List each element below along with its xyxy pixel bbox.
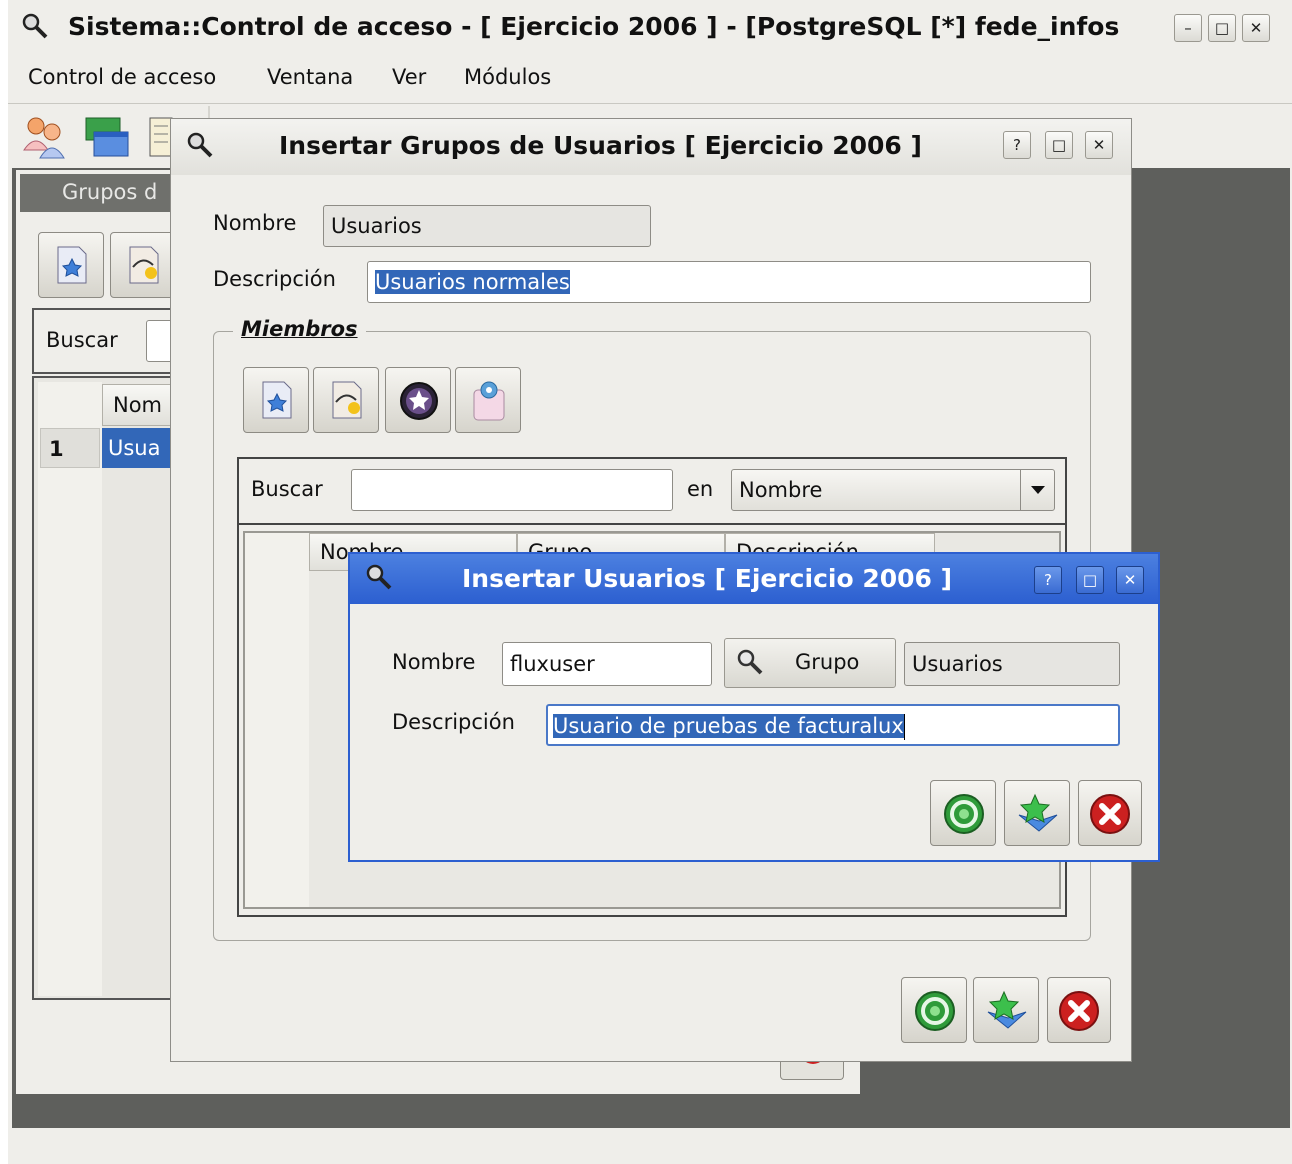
accept-continue-icon <box>984 988 1030 1034</box>
magnifier-icon <box>364 563 394 593</box>
group-descripcion-label: Descripción <box>213 267 336 291</box>
help-button[interactable]: ? <box>1003 131 1031 159</box>
member-delete-button[interactable] <box>385 367 451 433</box>
group-dialog-title: Insertar Grupos de Usuarios [ Ejercicio … <box>279 131 922 160</box>
panel-search-label: Buscar <box>46 328 118 352</box>
windows-icon[interactable] <box>84 114 132 160</box>
users-icon[interactable] <box>20 114 70 160</box>
new-document-icon <box>55 245 89 285</box>
member-search-field-select[interactable]: Nombre <box>731 469 1055 511</box>
member-edit-button[interactable] <box>313 367 379 433</box>
member-search-field-value: Nombre <box>739 478 823 502</box>
group-descripcion-value: Usuarios normales <box>375 270 570 294</box>
user-descripcion-field[interactable]: Usuario de pruebas de facturalux <box>546 704 1120 746</box>
panel-row-number: 1 <box>40 428 100 468</box>
close-button[interactable]: ✕ <box>1085 131 1113 159</box>
user-dialog-titlebar: Insertar Usuarios [ Ejercicio 2006 ] ? □… <box>350 554 1158 604</box>
accept-continue-icon <box>1015 791 1061 837</box>
new-document-icon <box>260 380 294 420</box>
text-cursor <box>903 714 905 740</box>
group-nombre-label: Nombre <box>213 211 297 235</box>
edit-document-icon <box>330 380 364 420</box>
user-dialog-title: Insertar Usuarios [ Ejercicio 2006 ] <box>462 564 953 593</box>
minimize-button[interactable]: – <box>1174 14 1202 42</box>
user-dialog: Insertar Usuarios [ Ejercicio 2006 ] ? □… <box>348 552 1160 862</box>
user-accept-continue-button[interactable] <box>1004 780 1070 846</box>
panel-column-header-label: Nom <box>113 393 163 417</box>
member-search-in-label: en <box>687 477 714 501</box>
user-accept-button[interactable] <box>930 780 996 846</box>
menu-ver[interactable]: Ver <box>392 65 426 89</box>
main-window-title: Sistema::Control de acceso - [ Ejercicio… <box>68 12 1120 41</box>
close-button[interactable]: ✕ <box>1242 14 1270 42</box>
close-button[interactable]: ✕ <box>1116 566 1144 594</box>
user-descripcion-label: Descripción <box>392 710 515 734</box>
menu-modulos[interactable]: Módulos <box>464 65 551 89</box>
group-nombre-field: Usuarios <box>323 205 651 247</box>
panel-row-header-column <box>38 382 102 996</box>
user-nombre-label: Nombre <box>392 650 476 674</box>
cancel-icon <box>1089 793 1131 835</box>
member-new-button[interactable] <box>243 367 309 433</box>
member-view-button[interactable] <box>455 367 521 433</box>
user-cancel-button[interactable] <box>1078 780 1142 846</box>
menu-control-de-acceso[interactable]: Control de acceso <box>28 65 216 89</box>
group-accept-continue-button[interactable] <box>973 977 1039 1043</box>
group-descripcion-field[interactable]: Usuarios normales <box>367 261 1091 303</box>
member-search-input[interactable] <box>351 469 673 511</box>
edit-document-icon <box>127 245 161 285</box>
member-table-row-header <box>245 533 309 907</box>
menu-ventana[interactable]: Ventana <box>267 65 353 89</box>
menu-bar: Control de acceso Ventana Ver Módulos <box>8 56 1292 104</box>
panel-new-button[interactable] <box>38 232 104 298</box>
delete-icon <box>398 380 440 422</box>
magnifier-icon <box>735 648 765 678</box>
magnifier-icon <box>185 131 215 161</box>
user-grupo-field: Usuarios <box>904 642 1120 686</box>
groups-panel-title: Grupos d <box>62 180 158 204</box>
magnifier-icon <box>20 12 50 42</box>
accept-icon <box>943 793 985 835</box>
user-nombre-field[interactable]: fluxuser <box>502 642 712 686</box>
chevron-down-icon <box>1020 470 1054 510</box>
user-descripcion-value: Usuario de pruebas de facturalux <box>553 714 904 738</box>
miembros-label: Miembros <box>233 317 366 341</box>
grupo-button[interactable]: Grupo <box>724 638 896 688</box>
view-icon <box>470 378 508 422</box>
member-search-label: Buscar <box>251 477 323 501</box>
group-dialog-titlebar: Insertar Grupos de Usuarios [ Ejercicio … <box>171 119 1131 175</box>
maximize-button[interactable]: □ <box>1076 566 1104 594</box>
maximize-button[interactable]: □ <box>1208 14 1236 42</box>
help-button[interactable]: ? <box>1034 566 1062 594</box>
main-titlebar: Sistema::Control de acceso - [ Ejercicio… <box>8 0 1292 56</box>
group-accept-button[interactable] <box>901 977 967 1043</box>
grupo-button-label: Grupo <box>795 650 860 674</box>
maximize-button[interactable]: □ <box>1045 131 1073 159</box>
cancel-icon <box>1058 990 1100 1032</box>
group-cancel-button[interactable] <box>1047 977 1111 1043</box>
accept-icon <box>914 990 956 1032</box>
panel-edit-button[interactable] <box>110 232 176 298</box>
